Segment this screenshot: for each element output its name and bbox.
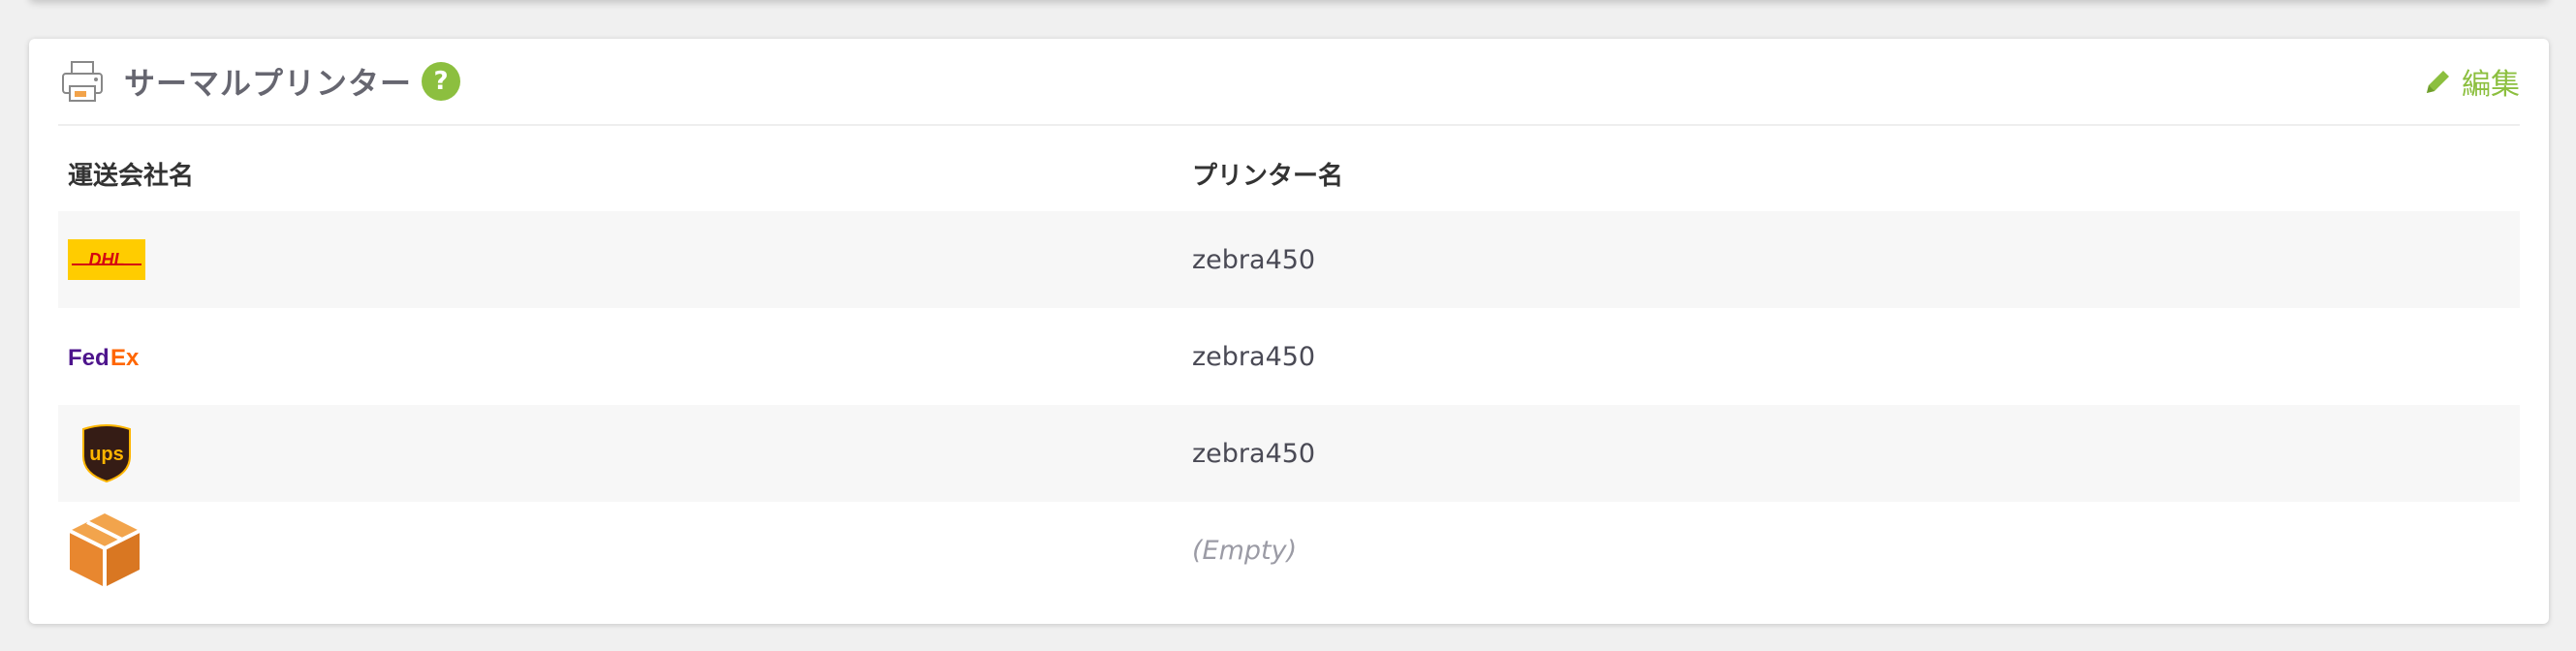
printer-name: zebra450 xyxy=(1192,244,1316,275)
table-row[interactable]: ups zebra450 xyxy=(58,405,2520,502)
header-printer: プリンター名 xyxy=(1192,161,1344,191)
printer-table: 運送会社名 プリンター名 DHL zebra450 Fed Ex zebra45… xyxy=(58,136,2520,599)
fedex-logo-ex: Ex xyxy=(110,345,140,371)
package-box-icon xyxy=(69,513,141,587)
printer-icon xyxy=(62,61,103,102)
fedex-logo-fed: Fed xyxy=(68,345,110,371)
ups-logo-icon: ups xyxy=(82,424,131,483)
table-row[interactable]: Fed Ex zebra450 xyxy=(58,308,2520,405)
thermal-printer-card: サーマルプリンター ? 編集 運送会社名 プリンター名 DHL zebra450… xyxy=(29,39,2549,624)
edit-label: 編集 xyxy=(2462,68,2520,102)
dhl-logo-text: DHL xyxy=(89,250,125,269)
dhl-logo-icon: DHL xyxy=(68,239,145,280)
help-icon[interactable]: ? xyxy=(422,62,461,101)
card-header: サーマルプリンター ? 編集 xyxy=(58,39,2520,126)
ups-logo-text: ups xyxy=(89,444,124,465)
card-title: サーマルプリンター xyxy=(124,65,413,102)
table-row[interactable]: (Empty) xyxy=(58,502,2520,599)
table-row[interactable]: DHL zebra450 xyxy=(58,211,2520,308)
printer-name: zebra450 xyxy=(1192,438,1316,469)
printer-name: zebra450 xyxy=(1192,341,1316,372)
pencil-icon xyxy=(2427,71,2449,93)
header-carrier: 運送会社名 xyxy=(68,161,195,191)
fedex-logo-icon: Fed Ex xyxy=(68,345,140,371)
table-header: 運送会社名 プリンター名 xyxy=(58,136,2520,211)
printer-name-empty: (Empty) xyxy=(1192,535,1298,566)
edit-button[interactable]: 編集 xyxy=(2423,60,2520,103)
